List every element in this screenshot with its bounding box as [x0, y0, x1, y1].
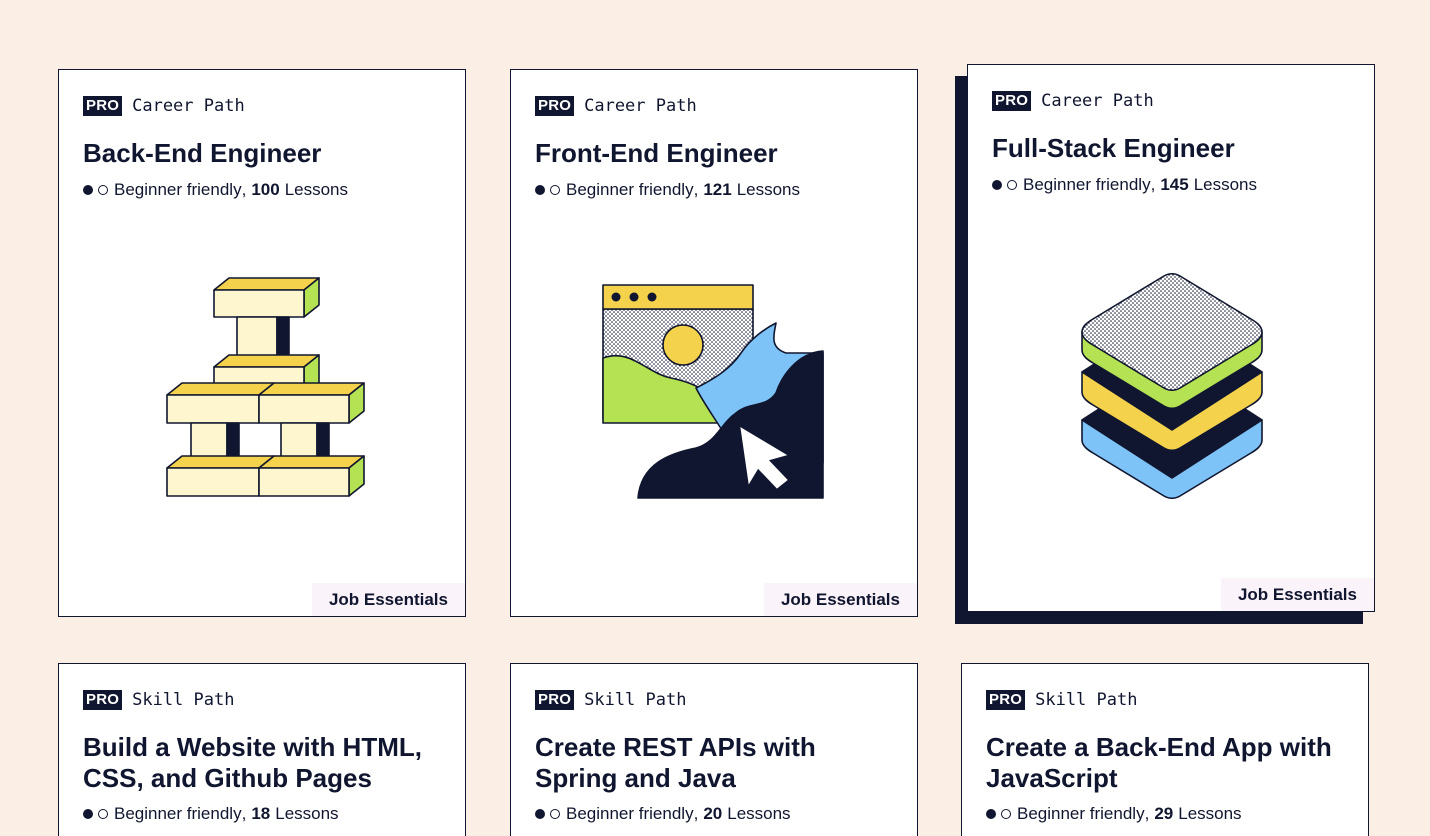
card-eyebrow: PRO Skill Path	[535, 690, 686, 710]
card-title: Create REST APIs with Spring and Java	[535, 732, 816, 793]
card-eyebrow: PRO Career Path	[992, 91, 1154, 111]
lessons-count: 20	[703, 804, 723, 823]
meta-separator: ,	[241, 804, 247, 823]
course-card-build-a-website[interactable]: PRO Skill Path Build a Website with HTML…	[58, 663, 466, 836]
difficulty-filled-dot-icon	[83, 809, 93, 819]
difficulty-filled-dot-icon	[83, 185, 93, 195]
card-meta: Beginner friendly, 18 Lessons	[83, 804, 339, 824]
card-eyebrow: PRO Career Path	[535, 96, 697, 116]
meta-separator: ,	[693, 180, 699, 199]
difficulty-empty-dot-icon	[98, 185, 108, 195]
card-meta: Beginner friendly, 100 Lessons	[83, 180, 348, 200]
lessons-count: 18	[251, 804, 271, 823]
difficulty-empty-dot-icon	[1001, 809, 1011, 819]
card-title: Create a Back-End App with JavaScript	[986, 732, 1332, 793]
stacked-blocks-icon	[166, 277, 365, 497]
job-essentials-badge: Job Essentials	[311, 583, 465, 616]
difficulty-empty-dot-icon	[550, 809, 560, 819]
job-essentials-badge: Job Essentials	[763, 583, 917, 616]
path-type: Skill Path	[132, 690, 235, 710]
difficulty-filled-dot-icon	[535, 809, 545, 819]
meta-separator: ,	[693, 804, 699, 823]
meta-separator: ,	[1144, 804, 1150, 823]
lessons-label: Lessons	[736, 180, 801, 199]
card-title: Full-Stack Engineer	[992, 133, 1235, 163]
lessons-count: 100	[251, 180, 280, 199]
difficulty-empty-dot-icon	[550, 185, 560, 195]
lessons-count: 29	[1154, 804, 1174, 823]
path-type: Skill Path	[584, 690, 687, 710]
job-essentials-badge: Job Essentials	[1220, 578, 1374, 611]
difficulty-label: Beginner friendly	[1023, 175, 1151, 194]
meta-separator: ,	[241, 180, 247, 199]
difficulty-label: Beginner friendly	[566, 804, 694, 823]
difficulty-filled-dot-icon	[535, 185, 545, 195]
difficulty-empty-dot-icon	[1007, 180, 1017, 190]
browser-window-cursor-icon	[602, 284, 824, 499]
path-type: Career Path	[1041, 91, 1154, 111]
course-card-create-back-end-app[interactable]: PRO Skill Path Create a Back-End App wit…	[961, 663, 1369, 836]
lessons-label: Lessons	[284, 180, 349, 199]
path-type: Career Path	[132, 96, 245, 116]
card-title: Back-End Engineer	[83, 138, 322, 168]
card-eyebrow: PRO Skill Path	[986, 690, 1137, 710]
pro-badge: PRO	[986, 690, 1026, 710]
lessons-count: 121	[703, 180, 732, 199]
meta-separator: ,	[1150, 175, 1156, 194]
lessons-label: Lessons	[1178, 804, 1242, 823]
card-title: Build a Website with HTML, CSS, and Gith…	[83, 732, 422, 793]
pro-badge: PRO	[535, 690, 575, 710]
lessons-label: Lessons	[727, 804, 791, 823]
lessons-count: 145	[1160, 175, 1189, 194]
difficulty-empty-dot-icon	[98, 809, 108, 819]
lessons-label: Lessons	[1193, 175, 1258, 194]
difficulty-label: Beginner friendly	[566, 180, 694, 199]
path-type: Skill Path	[1035, 690, 1138, 710]
course-card-create-rest-apis[interactable]: PRO Skill Path Create REST APIs with Spr…	[510, 663, 918, 836]
difficulty-label: Beginner friendly	[114, 804, 242, 823]
card-meta: Beginner friendly, 20 Lessons	[535, 804, 791, 824]
course-card-front-end-engineer[interactable]: PRO Career Path Front-End Engineer Begin…	[510, 69, 918, 617]
layer-stack-icon	[1081, 272, 1263, 500]
card-meta: Beginner friendly, 121 Lessons	[535, 180, 800, 200]
course-card-back-end-engineer[interactable]: PRO Career Path Back-End Engineer Beginn…	[58, 69, 466, 617]
difficulty-filled-dot-icon	[992, 180, 1002, 190]
difficulty-label: Beginner friendly	[1017, 804, 1145, 823]
card-eyebrow: PRO Career Path	[83, 96, 245, 116]
path-type: Career Path	[584, 96, 697, 116]
card-meta: Beginner friendly, 145 Lessons	[992, 175, 1257, 195]
pro-badge: PRO	[992, 91, 1032, 111]
difficulty-label: Beginner friendly	[114, 180, 242, 199]
card-meta: Beginner friendly, 29 Lessons	[986, 804, 1242, 824]
card-eyebrow: PRO Skill Path	[83, 690, 234, 710]
pro-badge: PRO	[83, 96, 123, 116]
card-title: Front-End Engineer	[535, 138, 778, 168]
lessons-label: Lessons	[275, 804, 339, 823]
pro-badge: PRO	[535, 96, 575, 116]
difficulty-filled-dot-icon	[986, 809, 996, 819]
course-card-full-stack-engineer[interactable]: PRO Career Path Full-Stack Engineer Begi…	[967, 64, 1375, 612]
pro-badge: PRO	[83, 690, 123, 710]
